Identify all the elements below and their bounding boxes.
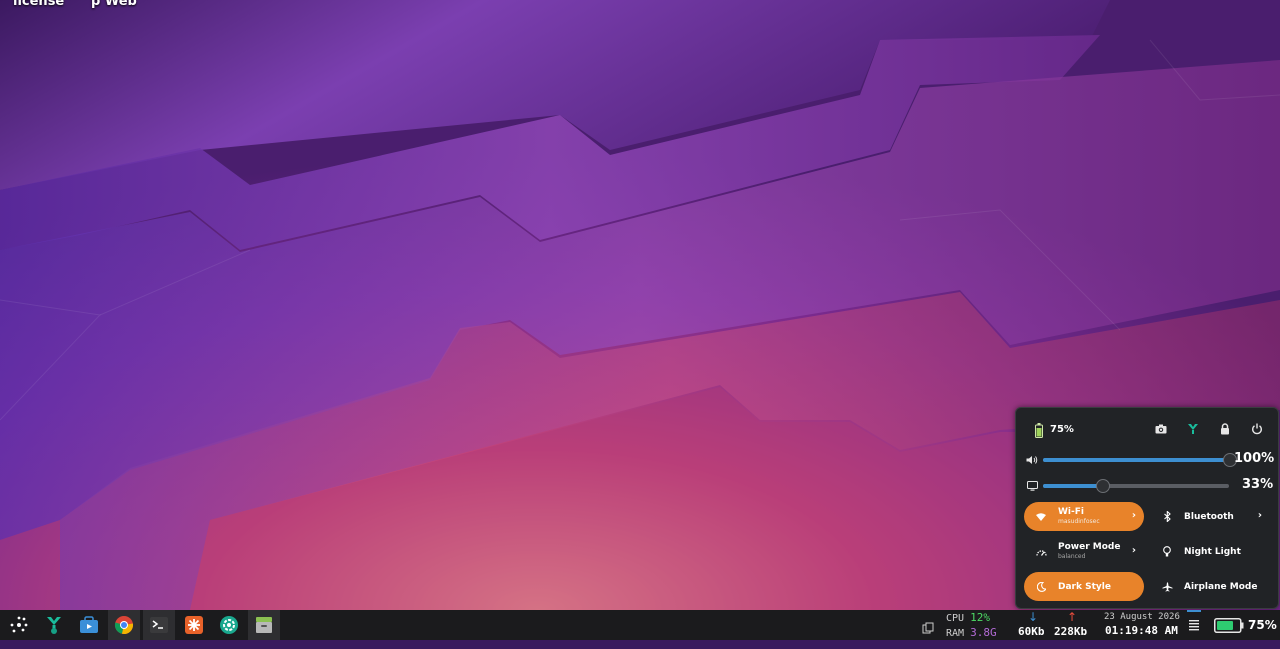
dark-style-toggle[interactable]: Dark Style xyxy=(1024,572,1144,601)
software-store-button[interactable] xyxy=(73,610,105,640)
wifi-label: Wi-Fi xyxy=(1058,506,1084,517)
wifi-chevron-icon[interactable]: › xyxy=(1132,510,1136,521)
power-mode-value: balanced xyxy=(1058,552,1086,560)
download-arrow-icon: ↓ xyxy=(1028,610,1039,624)
night-light-toggle[interactable]: Night Light xyxy=(1150,537,1270,566)
battery-percentage: 75% xyxy=(1050,424,1074,435)
power-mode-label: Power Mode xyxy=(1058,541,1121,552)
lock-button[interactable] xyxy=(1218,422,1232,436)
wifi-icon xyxy=(1034,510,1048,524)
clock-widget[interactable]: 23 August 2026 01:19:48 AM xyxy=(1103,610,1183,640)
airplane-icon xyxy=(1160,580,1174,594)
bluetooth-label: Bluetooth xyxy=(1184,511,1234,522)
brightness-slider[interactable] xyxy=(1043,479,1229,493)
bluetooth-chevron-icon[interactable]: › xyxy=(1258,510,1262,521)
volume-slider[interactable] xyxy=(1043,453,1237,467)
ram-label: RAM xyxy=(946,628,965,639)
terminal-button[interactable] xyxy=(143,610,175,640)
wifi-toggle[interactable]: Wi-Fi masudinfosec › xyxy=(1024,502,1144,531)
taskbar-battery-icon[interactable] xyxy=(1214,618,1244,648)
vpn-button[interactable] xyxy=(1186,422,1200,436)
menu-lines-icon xyxy=(1189,620,1199,631)
download-speed: 60Kb xyxy=(1018,625,1045,638)
vpn-app-button[interactable] xyxy=(38,610,70,640)
night-light-label: Night Light xyxy=(1184,546,1241,557)
brightness-slider-fill xyxy=(1043,484,1103,488)
burp-suite-button[interactable] xyxy=(178,610,210,640)
power-mode-toggle[interactable]: Power Mode balanced › xyxy=(1024,537,1144,566)
terminal-icon xyxy=(150,617,168,633)
volume-slider-fill xyxy=(1043,458,1229,462)
archive-manager-button[interactable] xyxy=(248,610,280,640)
taskbar: CPU 12% RAM 3.8G ↓ 60Kb ↑ 228Kb 23 Augus… xyxy=(0,610,1280,640)
vpn-shield-icon xyxy=(47,617,61,634)
chrome-button[interactable] xyxy=(108,610,140,640)
taskbar-battery-percentage: 75% xyxy=(1248,618,1277,632)
display-brightness-icon xyxy=(1025,480,1039,492)
battery-icon xyxy=(1033,422,1045,438)
cpu-label: CPU xyxy=(946,613,965,624)
lock-icon xyxy=(1221,423,1229,435)
power-icon xyxy=(1252,423,1262,435)
settings-app-button[interactable] xyxy=(213,610,245,640)
app-launcher-icon xyxy=(10,616,28,633)
volume-icon xyxy=(1025,454,1039,466)
ram-usage: 3.8G xyxy=(970,626,997,639)
power-mode-gauge-icon xyxy=(1034,545,1048,559)
camera-icon xyxy=(1155,424,1167,434)
desktop-icon-label-license[interactable]: license xyxy=(13,0,64,9)
screenshot-button[interactable] xyxy=(1154,422,1168,436)
upload-speed: 228Kb xyxy=(1054,625,1088,638)
upload-arrow-icon: ↑ xyxy=(1067,610,1078,624)
airplane-mode-toggle[interactable]: Airplane Mode xyxy=(1150,572,1270,601)
power-mode-chevron-icon[interactable]: › xyxy=(1132,545,1136,556)
bluetooth-icon xyxy=(1160,510,1174,524)
night-light-bulb-icon xyxy=(1160,545,1174,559)
upload-speed-widget: ↑ 228Kb xyxy=(1054,610,1092,640)
time-label: 01:19:48 AM xyxy=(1105,624,1178,637)
archive-manager-icon xyxy=(256,617,272,633)
app-launcher-button[interactable] xyxy=(3,610,35,640)
wifi-network-name: masudinfosec xyxy=(1058,517,1100,525)
bluetooth-toggle[interactable]: Bluetooth › xyxy=(1150,502,1270,531)
software-store-icon xyxy=(80,616,98,633)
settings-app-icon xyxy=(220,616,238,634)
dark-style-label: Dark Style xyxy=(1058,581,1111,592)
volume-percentage: 100% xyxy=(1234,451,1275,466)
clipboard-icon[interactable] xyxy=(922,619,934,649)
cpu-usage: 12% xyxy=(970,611,990,624)
burp-suite-icon xyxy=(185,616,203,634)
chrome-icon xyxy=(114,616,134,635)
desktop-icon-label-web[interactable]: p Web xyxy=(91,0,137,9)
brightness-slider-knob[interactable] xyxy=(1096,479,1110,493)
quick-settings-button[interactable] xyxy=(1184,610,1204,640)
power-button[interactable] xyxy=(1250,422,1264,436)
quick-settings-panel: 75% 100% 33% Wi-Fi masudinfosec › Blueto… xyxy=(1015,407,1279,609)
moon-icon xyxy=(1034,580,1048,594)
system-tray: CPU 12% RAM 3.8G ↓ 60Kb ↑ 228Kb 23 Augus… xyxy=(920,610,1280,640)
download-speed-widget: ↓ 60Kb xyxy=(1016,610,1048,640)
vpn-shield-icon xyxy=(1188,424,1198,434)
airplane-mode-label: Airplane Mode xyxy=(1184,581,1258,592)
date-label: 23 August 2026 xyxy=(1104,612,1180,622)
brightness-percentage: 33% xyxy=(1242,477,1274,492)
